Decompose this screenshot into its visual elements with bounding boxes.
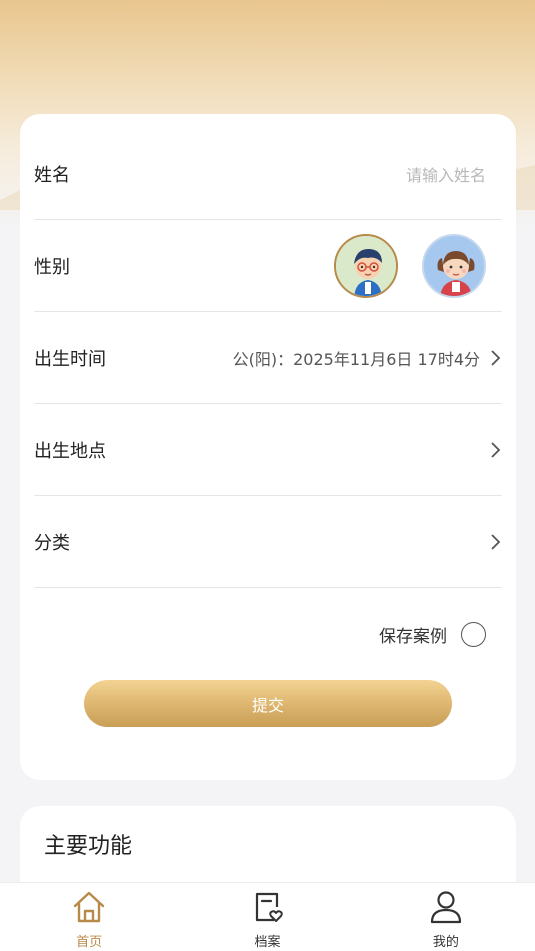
user-icon [430,891,461,924]
main-functions-title: 主要功能 [44,834,133,859]
female-avatar-option[interactable] [422,233,486,298]
chevron-right-icon [491,349,501,366]
tab-archive-label: 档案 [254,935,281,950]
tab-home[interactable]: 首页 [0,883,178,951]
birth-place-label: 出生地点 [34,440,106,462]
submit-button[interactable]: 提交 [84,680,452,727]
gender-label: 性别 [34,256,70,278]
archive-heart-icon [256,892,284,922]
tab-home-label: 首页 [76,935,103,950]
home-icon [73,891,105,923]
gender-row: 性别 [34,220,502,312]
birth-info-form-card: 姓名 请输入姓名 性别 出生时间 公(阳)：2025年11月6日 17时4分 出… [20,114,516,780]
name-label: 姓名 [34,164,70,186]
male-avatar-option[interactable] [334,233,398,298]
name-row[interactable]: 姓名 请输入姓名 [34,128,502,220]
save-case-radio[interactable] [461,621,486,647]
chevron-right-icon [491,441,501,458]
category-label: 分类 [34,532,70,554]
name-input[interactable]: 请输入姓名 [406,162,486,186]
chevron-right-icon [491,533,501,550]
girl-avatar-icon [424,235,484,296]
tab-profile-label: 我的 [432,935,459,950]
category-row[interactable]: 分类 [34,496,502,588]
birth-time-value: 公(阳)：2025年11月6日 17时4分 [232,349,480,369]
bottom-tab-bar: 首页 档案 我的 [0,882,535,951]
birth-place-row[interactable]: 出生地点 [34,404,502,496]
birth-time-label: 出生时间 [34,348,106,370]
boy-avatar-icon [336,235,396,296]
gender-options [334,233,502,298]
tab-profile[interactable]: 我的 [357,883,535,951]
birth-time-row[interactable]: 出生时间 公(阳)：2025年11月6日 17时4分 [34,312,502,404]
tab-archive[interactable]: 档案 [178,883,356,951]
save-case-row: 保存案例 [34,616,502,652]
save-case-label: 保存案例 [379,626,447,647]
